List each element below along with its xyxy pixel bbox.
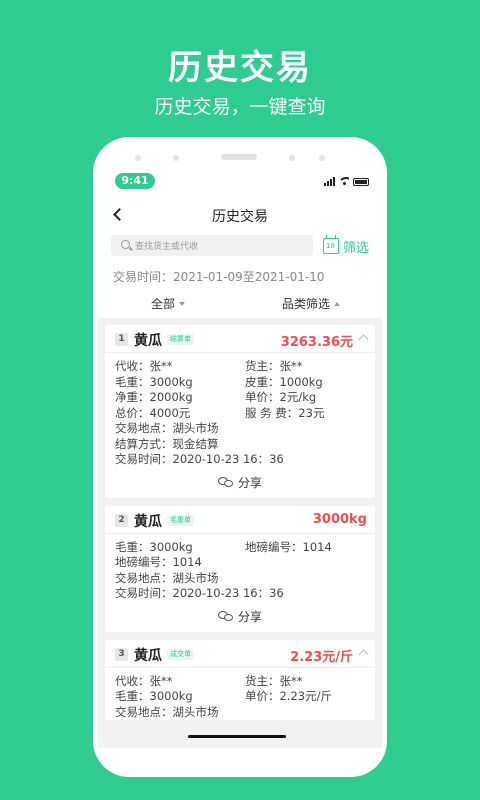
card-header: 2 黄瓜 毛重单 3000kg <box>105 506 375 534</box>
detail-field: 毛重：3000kg <box>115 689 193 703</box>
nav-bar: 历史交易 <box>93 201 387 229</box>
detail-field: 皮重：1000kg <box>245 374 323 389</box>
caret-down-icon <box>179 301 186 306</box>
segment-all[interactable]: 全部 <box>151 295 186 312</box>
wechat-icon <box>217 476 234 489</box>
sensor-dot <box>135 155 141 161</box>
home-indicator <box>188 735 286 738</box>
detail-field: 货主：张** <box>245 673 303 688</box>
calendar-day: 18 <box>326 242 335 250</box>
phone-top-bezel <box>93 137 387 173</box>
detail-row: 毛重：3000kg 单价：2.23元/斤 <box>115 689 363 705</box>
status-time: 9:41 <box>115 173 155 189</box>
product-name: 黄瓜 <box>134 513 162 530</box>
detail-line: 交易时间：2020-10-23 16：36 <box>115 452 284 466</box>
promo-title: 历史交易 <box>168 48 312 88</box>
card-amount: 3263.36元 <box>280 335 353 350</box>
segment-category-label: 品类筛选 <box>282 297 331 311</box>
detail-row: 毛重：3000kg 皮重：1000kg <box>115 375 363 391</box>
transaction-card[interactable]: 3 黄瓜 成交单 2.23元/斤 代收：张** 货主：张** 毛重：3000kg 单… <box>105 639 375 721</box>
detail-field: 服 务 费：23元 <box>245 405 325 420</box>
card-amount: 3000kg <box>312 511 367 527</box>
detail-field: 净重：2000kg <box>115 390 193 404</box>
share-label: 分享 <box>237 476 262 490</box>
segment-category[interactable]: 品类筛选 <box>282 295 341 312</box>
detail-field: 货主：张** <box>245 359 303 373</box>
sensor-dot <box>319 155 325 161</box>
segment-bar: 全部 品类筛选 <box>93 295 387 315</box>
detail-line: 结算方式：现金结算 <box>115 436 219 451</box>
chevron-up-icon[interactable] <box>358 334 369 345</box>
battery-icon <box>353 178 369 186</box>
calendar-icon: 18 <box>323 235 339 254</box>
detail-line: 交易时间：2020-10-23 16：36 <box>115 586 284 600</box>
detail-line: 交易地点：湖头市场 <box>115 570 219 585</box>
detail-field: 地磅编号：1014 <box>245 539 332 554</box>
search-placeholder: 查找货主或代收 <box>135 242 199 252</box>
segment-all-label: 全部 <box>151 297 176 311</box>
card-index: 2 <box>115 513 128 527</box>
product-name: 黄瓜 <box>134 333 162 349</box>
promo-subtitle: 历史交易，一键查询 <box>154 96 326 118</box>
detail-line: 交易地点：湖头市场 <box>115 421 219 435</box>
caret-up-icon <box>334 301 341 306</box>
detail-field: 代收：张** <box>115 359 173 373</box>
detail-field: 代收：张** <box>115 673 173 688</box>
transaction-list[interactable]: 1 黄瓜 结算单 3263.36元 代收：张** 货主：张** 毛重：3000kg… <box>98 318 382 748</box>
card-header: 3 黄瓜 成交单 2.23元/斤 <box>105 640 375 668</box>
detail-field: 毛重：3000kg <box>115 374 193 389</box>
status-icons <box>324 176 369 186</box>
filter-button[interactable]: 18 筛选 <box>323 235 369 257</box>
detail-field: 单价：2.23元/斤 <box>245 689 332 703</box>
share-button[interactable]: 分享 <box>105 602 375 632</box>
search-icon <box>121 240 130 249</box>
detail-field: 总价：4000元 <box>115 405 191 420</box>
sensor-dot <box>173 155 179 161</box>
detail-row: 代收：张** 货主：张** <box>115 359 363 375</box>
order-type-badge: 成交单 <box>167 648 194 660</box>
transaction-card[interactable]: 1 黄瓜 结算单 3263.36元 代收：张** 货主：张** 毛重：3000kg… <box>105 325 375 498</box>
detail-line: 交易地点：湖头市场 <box>115 704 219 719</box>
phone-frame: 9:41 历史交易 查找货主或代收 18 筛选 交易时间：2021-01-09至… <box>93 137 387 777</box>
signal-icon <box>324 177 335 186</box>
card-details: 代收：张** 货主：张** 毛重：3000kg 皮重：1000kg 净重：2000k… <box>105 353 375 468</box>
transaction-card[interactable]: 2 黄瓜 毛重单 3000kg 毛重：3000kg 地磅编号：1014 地磅编号：… <box>105 505 375 632</box>
detail-row: 代收：张** 货主：张** <box>115 674 363 690</box>
order-type-badge: 毛重单 <box>167 514 194 526</box>
product-name: 黄瓜 <box>134 647 162 664</box>
chevron-up-icon[interactable] <box>358 649 369 659</box>
detail-field: 单价：2元/kg <box>245 390 317 404</box>
card-index: 3 <box>115 647 128 661</box>
share-button[interactable]: 分享 <box>105 468 375 498</box>
card-index: 1 <box>115 333 128 346</box>
wifi-icon <box>339 176 349 186</box>
date-range: 交易时间：2021-01-09至2021-01-10 <box>113 270 325 284</box>
detail-field: 毛重：3000kg <box>115 539 193 554</box>
wechat-icon <box>217 610 234 623</box>
search-input[interactable]: 查找货主或代收 <box>111 235 313 256</box>
detail-row: 总价：4000元 服 务 费：23元 <box>115 406 363 422</box>
speaker-grille <box>221 154 257 160</box>
filter-label: 筛选 <box>343 240 370 256</box>
page-title: 历史交易 <box>212 209 268 225</box>
detail-row: 毛重：3000kg 地磅编号：1014 <box>115 540 363 556</box>
card-details: 毛重：3000kg 地磅编号：1014 地磅编号：1014 交易地点：湖头市场 交… <box>105 534 375 602</box>
detail-line: 地磅编号：1014 <box>115 555 202 569</box>
detail-row: 净重：2000kg 单价：2元/kg <box>115 390 363 406</box>
card-details: 代收：张** 货主：张** 毛重：3000kg 单价：2.23元/斤 交易地点：湖头… <box>105 668 375 721</box>
card-amount: 2.23元/斤 <box>290 649 353 665</box>
front-camera <box>289 155 295 161</box>
share-label: 分享 <box>237 610 262 624</box>
order-type-badge: 结算单 <box>167 334 194 345</box>
card-header: 1 黄瓜 结算单 3263.36元 <box>105 325 375 353</box>
